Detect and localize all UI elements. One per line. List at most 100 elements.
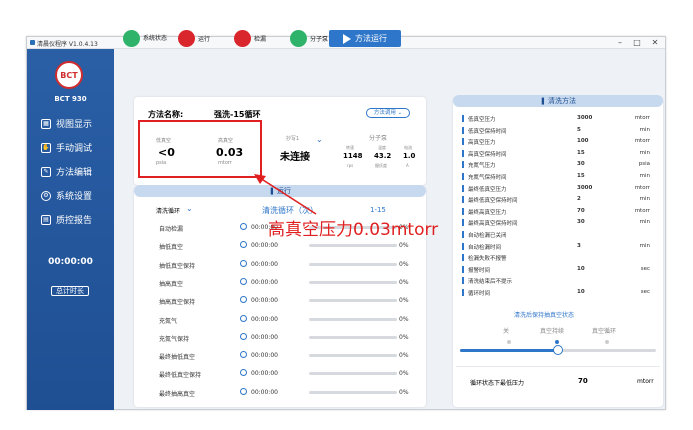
param-marker [462, 149, 464, 157]
post-state-option-off: 关 [503, 328, 510, 335]
step-progress-bar [309, 317, 397, 321]
param-unit: min [639, 196, 650, 203]
pump-current-value: 1.0 [403, 152, 416, 160]
step-time: 00:00:00 [251, 242, 278, 250]
edit-icon: ✎ [41, 166, 51, 177]
param-marker [462, 219, 464, 227]
param-unit: sec [640, 265, 650, 272]
step-percent: 0% [399, 278, 409, 286]
step-name: 抽高真空 [159, 280, 184, 288]
param-marker [462, 196, 464, 204]
step-name: 充氮气 [159, 317, 178, 325]
param-value: 5 [577, 126, 581, 133]
sidebar-item-report[interactable]: ▤ 质控报告 [41, 213, 92, 226]
param-unit: mtorr [634, 138, 650, 145]
step-row: 充氮气保持 00:00:00 0% [137, 330, 409, 347]
param-value: 2 [577, 196, 581, 203]
param-name: 检漏失败不报警 [468, 256, 507, 263]
param-unit: sec [640, 289, 650, 295]
chevron-down-icon[interactable]: ⌄ [316, 135, 323, 144]
param-name: 充氮气保持时间 [468, 175, 507, 181]
step-row: 最终抽低真空 00:00:00 0% [137, 348, 409, 365]
param-value: 100 [577, 138, 589, 145]
param-row: 高真空压力 100 mtorr [462, 137, 654, 146]
clock-icon [240, 351, 247, 359]
minimize-button[interactable]: – [613, 37, 627, 49]
param-marker [462, 184, 464, 192]
report-icon: ▤ [41, 214, 51, 225]
param-unit: mtorr [634, 207, 650, 214]
param-name: 清洗结束后不提示 [468, 279, 513, 286]
step-row: 抽低真空 00:00:00 0% [137, 238, 409, 255]
method-call-dropdown[interactable]: 方法调用 ⌄ [366, 108, 410, 118]
step-name: 充氮气保持 [159, 335, 190, 343]
param-name: 最终低真空压力 [468, 186, 507, 193]
min-pressure-unit: mtorr [637, 378, 654, 385]
status-light-icon [234, 30, 251, 47]
param-name: 充氮气压力 [468, 163, 496, 170]
min-pressure-label: 循环状态下最低压力 [470, 380, 525, 387]
param-marker [462, 115, 464, 122]
param-marker [462, 242, 464, 250]
step-name: 抽低真空保持 [159, 262, 196, 270]
param-row: 充氮气压力 30 psia [462, 160, 654, 169]
param-row: 循环时间 10 sec [462, 288, 654, 297]
post-state-slider-handle[interactable] [553, 345, 563, 355]
post-state-option-cycle: 真空循环 [592, 328, 617, 335]
status-run: 运行 [178, 30, 210, 47]
param-marker [462, 231, 464, 238]
param-marker [462, 126, 464, 134]
param-unit: psia [638, 161, 650, 168]
total-time-button[interactable]: 总计时长 [51, 286, 89, 296]
annotation-arrow-icon [254, 174, 317, 215]
step-name: 最终抽高真空 [159, 390, 196, 398]
step-time: 00:00:00 [251, 315, 278, 323]
gear-icon: ⚙ [41, 190, 51, 201]
param-marker [462, 207, 464, 215]
step-percent: 0% [399, 260, 409, 268]
param-marker [462, 254, 464, 262]
param-row: 最终低真空压力 3000 mtorr [462, 184, 654, 193]
sidebar-item-edit[interactable]: ✎ 方法编辑 [41, 165, 92, 178]
param-value: 15 [577, 173, 585, 179]
sidebar: BCT BCT 930 ▦ 视图显示 ✋ 手动调试 ✎ 方法编辑 ⚙ 系统设置 … [27, 49, 114, 410]
sidebar-item-label: 方法编辑 [56, 168, 93, 178]
cycle-dropdown[interactable]: 清洗循环 [156, 206, 180, 215]
step-time: 00:00:00 [251, 297, 278, 305]
step-row: 充氮气 00:00:00 0% [137, 312, 409, 329]
brand-name: BCT 930 [54, 95, 87, 103]
clock-icon [240, 369, 247, 377]
step-percent: 0% [399, 388, 409, 396]
connection-label: 抄写1 [286, 136, 300, 142]
clock-icon [240, 277, 247, 285]
pump-temp-value: 43.2 [374, 152, 392, 160]
step-time: 00:00:00 [251, 260, 278, 268]
clock-icon [240, 387, 247, 395]
step-progress-bar [309, 280, 397, 284]
close-button[interactable]: ✕ [648, 37, 662, 49]
param-row: 低真空压力 3000 mtorr [462, 114, 654, 123]
clean-method-header: ❚ 清洗方法 [453, 95, 663, 107]
sidebar-item-settings[interactable]: ⚙ 系统设置 [41, 189, 92, 202]
param-value: 30 [577, 219, 585, 226]
step-percent: 0% [399, 333, 409, 341]
clock-icon [240, 259, 247, 267]
param-unit: min [639, 173, 650, 179]
step-name: 自动检漏 [159, 226, 184, 233]
param-unit: min [639, 219, 650, 226]
param-value: 30 [577, 161, 585, 168]
step-row: 抽高真空保持 00:00:00 0% [137, 293, 409, 310]
annotation-text: 高真空压力0.03mtorr [268, 220, 439, 240]
method-run-button[interactable]: 方法运行 [329, 30, 401, 47]
param-marker [462, 138, 464, 146]
elapsed-clock: 00:00:00 [48, 257, 93, 267]
sidebar-item-view[interactable]: ▦ 视图显示 [41, 117, 92, 130]
param-name: 自动检漏时间 [468, 244, 502, 251]
chevron-down-icon[interactable]: ⌄ [186, 204, 193, 213]
sidebar-item-manual[interactable]: ✋ 手动调试 [41, 141, 92, 154]
param-row: 清洗结束后不提示 [462, 276, 654, 285]
cycle-count-value: 1-15 [370, 206, 386, 214]
param-name: 报警时间 [468, 267, 491, 274]
maximize-button[interactable]: □ [630, 37, 644, 49]
clock-icon [240, 241, 247, 249]
